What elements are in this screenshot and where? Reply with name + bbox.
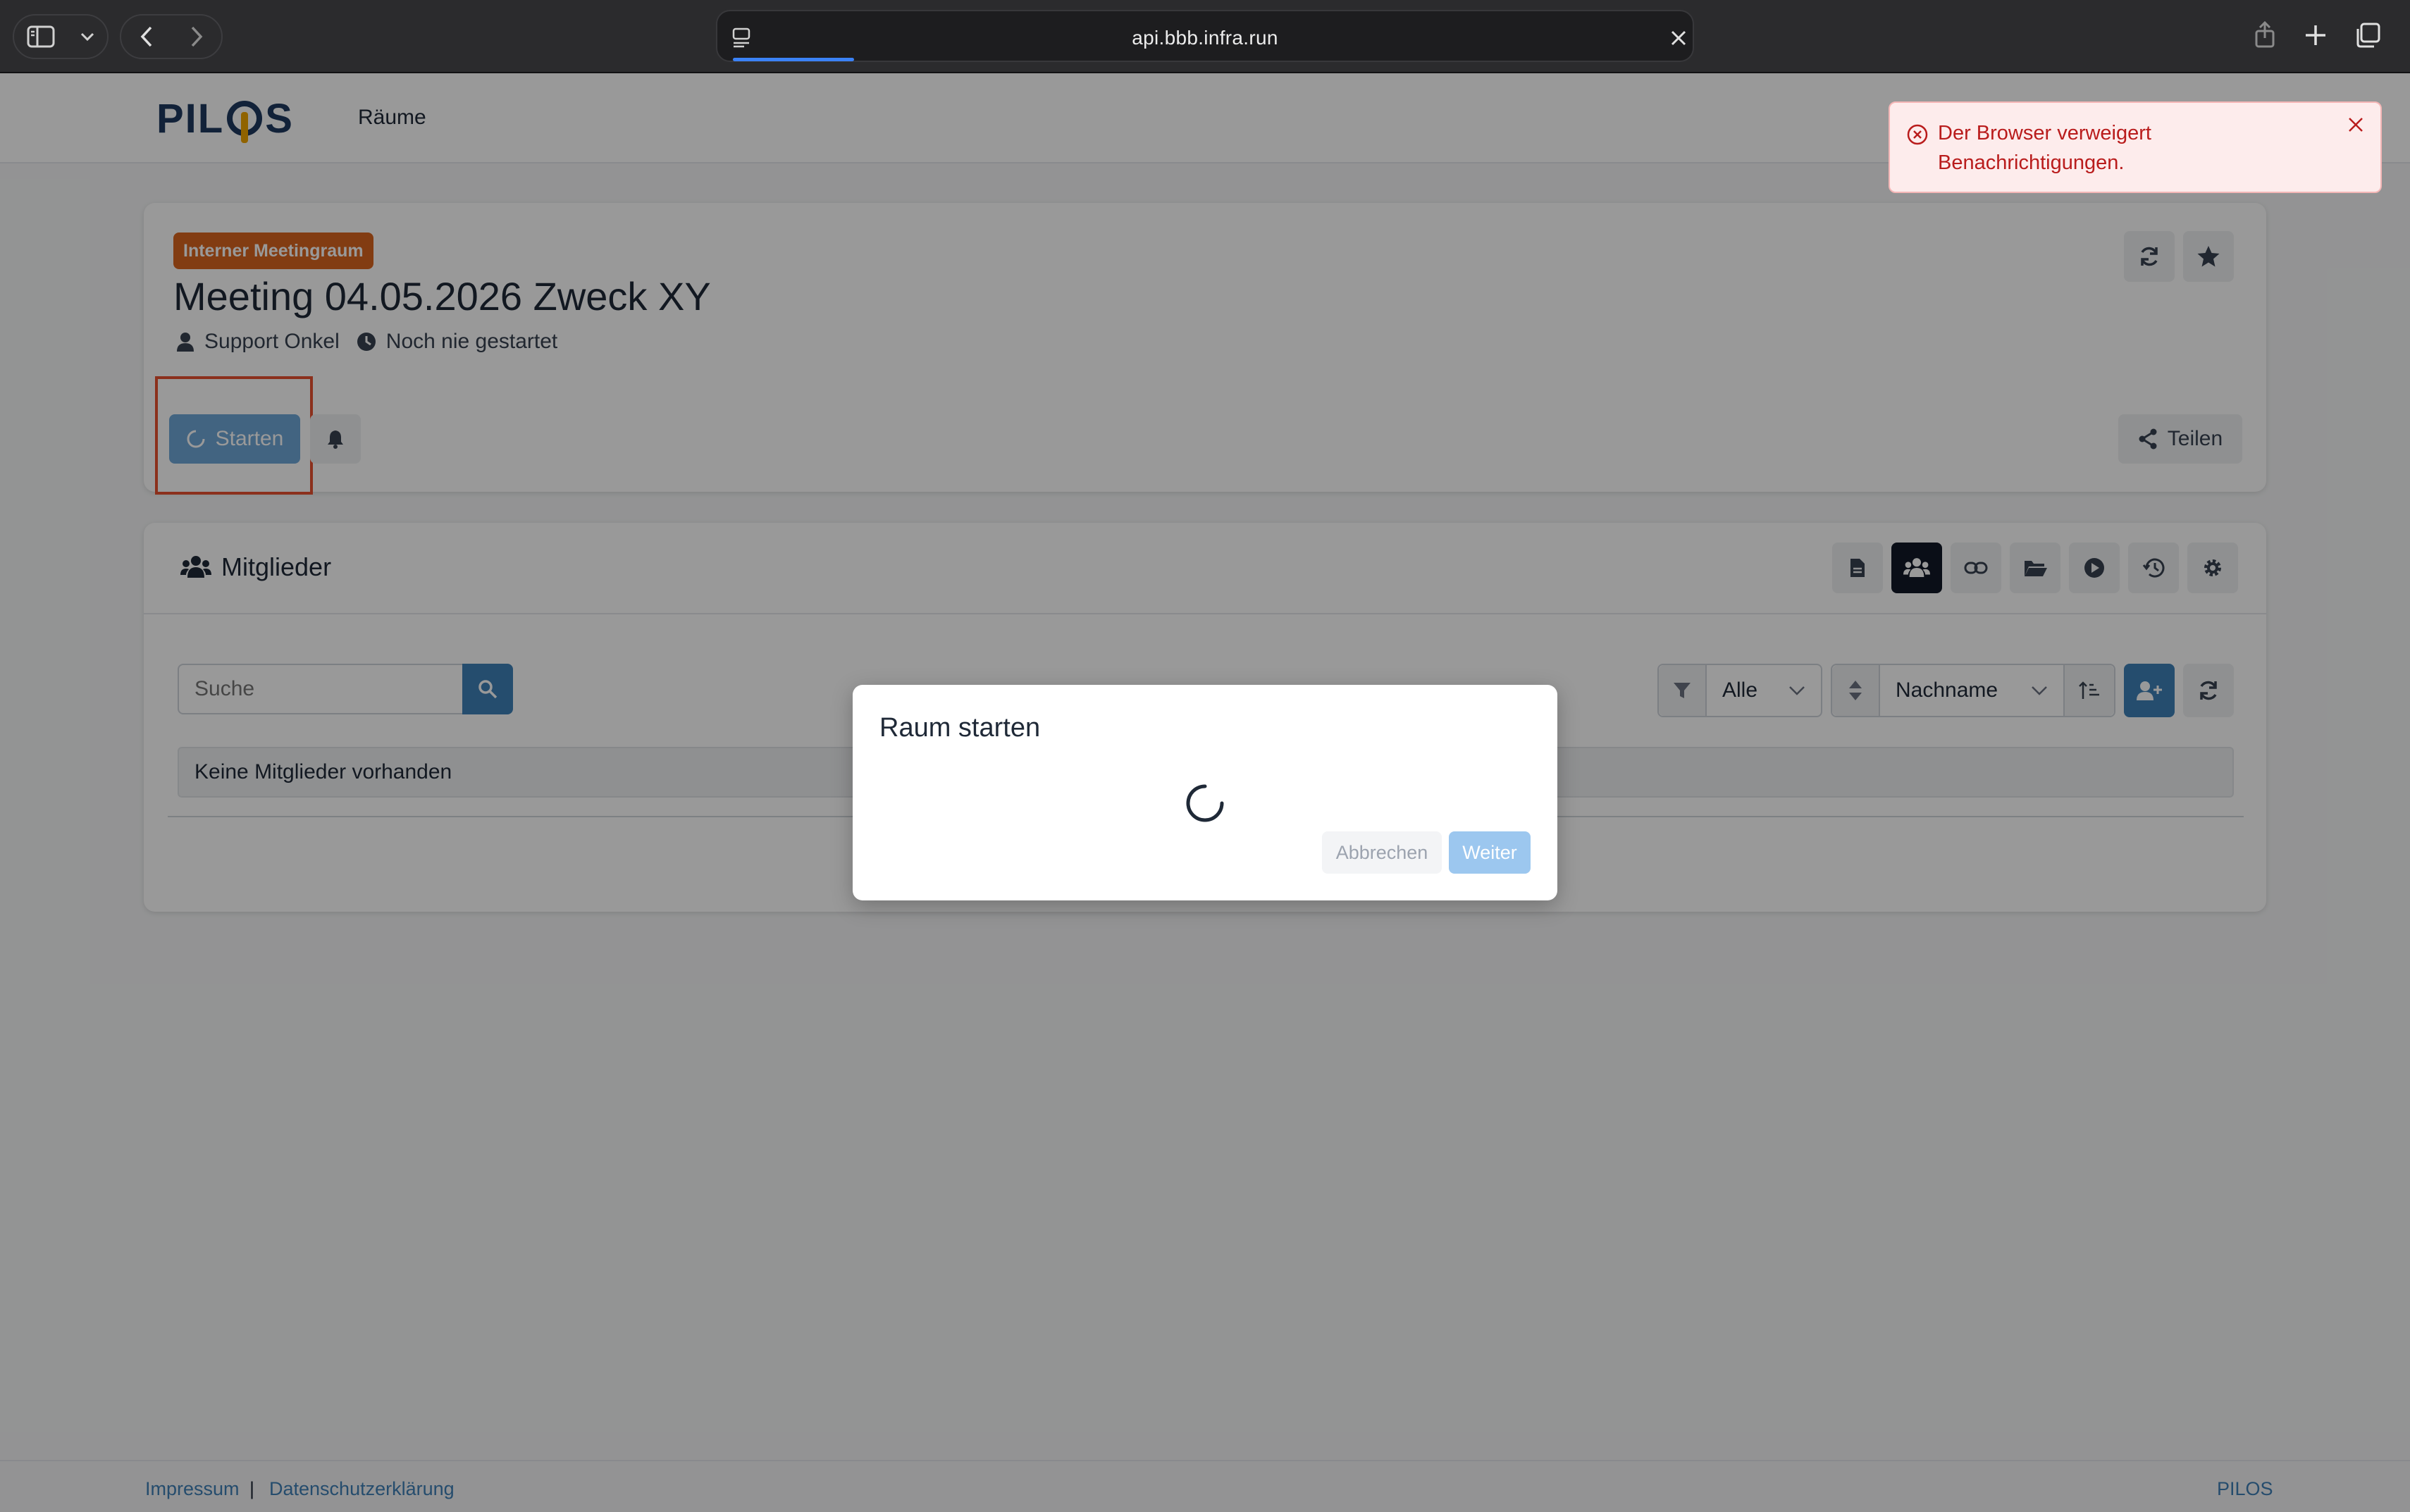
start-room-dialog: Raum starten Abbrechen Weiter bbox=[853, 685, 1557, 900]
dialog-next-button[interactable]: Weiter bbox=[1449, 831, 1531, 874]
close-icon[interactable] bbox=[2347, 116, 2365, 134]
dialog-title: Raum starten bbox=[879, 713, 1041, 743]
back-arrow-icon[interactable] bbox=[139, 25, 154, 48]
tab-overview-icon[interactable] bbox=[2355, 23, 2380, 48]
loading-spinner-icon bbox=[1186, 784, 1224, 822]
dialog-cancel-button[interactable]: Abbrechen bbox=[1322, 831, 1442, 874]
share-page-icon[interactable] bbox=[2254, 21, 2276, 49]
address-bar[interactable]: api.bbb.infra.run bbox=[716, 10, 1694, 62]
new-tab-icon[interactable] bbox=[2304, 24, 2327, 47]
page-load-progress bbox=[733, 58, 854, 61]
error-circle-icon bbox=[1907, 124, 1928, 145]
sidebar-icon[interactable] bbox=[27, 25, 55, 48]
error-toast: Der Browser verweigert Benachrichtigunge… bbox=[1889, 101, 2382, 193]
chevron-down-icon[interactable] bbox=[80, 32, 95, 42]
browser-toolbar: api.bbb.infra.run bbox=[0, 0, 2410, 73]
sidebar-toggle-group[interactable] bbox=[13, 14, 109, 59]
toast-message: Der Browser verweigert Benachrichtigunge… bbox=[1938, 122, 2151, 174]
url-text: api.bbb.infra.run bbox=[1132, 27, 1278, 49]
history-nav-group[interactable] bbox=[120, 14, 223, 59]
forward-arrow-icon[interactable] bbox=[189, 25, 204, 48]
stop-loading-icon[interactable] bbox=[1670, 30, 1687, 47]
